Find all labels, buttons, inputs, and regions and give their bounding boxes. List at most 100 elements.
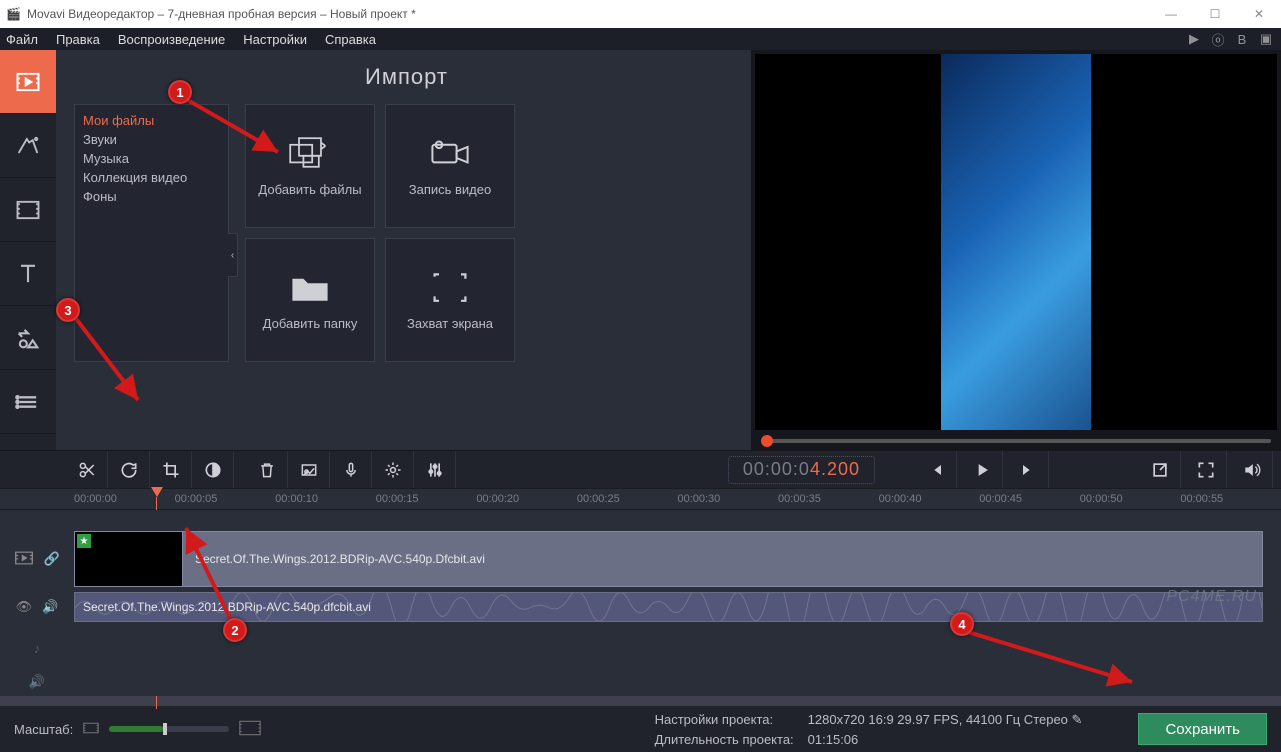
window-titlebar: 🎬 Movavi Видеоредактор – 7-дневная пробн… (0, 0, 1281, 28)
ruler-tick: 00:00:55 (1180, 493, 1281, 505)
audio-clip[interactable]: Secret.Of.The.Wings.2012.BDRip-AVC.540p.… (74, 592, 1263, 622)
tab-callouts[interactable] (0, 306, 56, 370)
timeline-ruler[interactable]: 00:00:00 00:00:05 00:00:10 00:00:15 00:0… (0, 488, 1281, 510)
tab-transitions[interactable] (0, 178, 56, 242)
source-video-collection[interactable]: Коллекция видео (83, 168, 220, 187)
ruler-tick: 00:00:35 (778, 493, 879, 505)
social-icons: ▶ ⓞ B ▣ (1185, 31, 1275, 47)
zoom-out-icon[interactable] (83, 722, 99, 737)
link-track-icon[interactable]: 🔗 (44, 551, 60, 567)
window-close-icon[interactable]: ✕ (1237, 0, 1281, 28)
preview-pane (751, 50, 1281, 450)
project-settings-value: 1280x720 16:9 29.97 FPS, 44100 Гц Стерео (808, 712, 1068, 727)
clip-properties-button[interactable] (288, 451, 330, 489)
ruler-tick: 00:00:20 (476, 493, 577, 505)
menu-playback[interactable]: Воспроизведение (118, 32, 225, 47)
tile-add-folder-label: Добавить папку (263, 316, 358, 331)
music-note-icon: ♪ (34, 641, 41, 656)
next-frame-button[interactable] (1007, 451, 1049, 489)
fullscreen-button[interactable] (1185, 451, 1227, 489)
menubar: Файл Правка Воспроизведение Настройки Сп… (0, 28, 1281, 50)
settings-button[interactable] (372, 451, 414, 489)
source-my-files[interactable]: Мои файлы (83, 111, 220, 130)
timecode-orange: 4.200 (810, 459, 860, 480)
menu-edit[interactable]: Правка (56, 32, 100, 47)
video-clip-label: Secret.Of.The.Wings.2012.BDRip-AVC.540p.… (183, 552, 485, 566)
split-button[interactable] (66, 451, 108, 489)
tile-add-files[interactable]: Добавить файлы (245, 104, 375, 228)
window-title: Movavi Видеоредактор – 7-дневная пробная… (27, 7, 416, 21)
left-toolbar (0, 50, 56, 450)
menu-help[interactable]: Справка (325, 32, 376, 47)
preview-frame (941, 54, 1091, 430)
folder-icon (288, 270, 332, 306)
collapse-source-list-icon[interactable]: ‹ (228, 233, 238, 277)
rotate-button[interactable] (108, 451, 150, 489)
speaker-icon[interactable]: 🔊 (42, 599, 58, 615)
annotation-1: 1 (168, 80, 192, 104)
project-settings-label: Настройки проекта: (655, 712, 794, 728)
audio-clip-label: Secret.Of.The.Wings.2012.BDRip-AVC.540p.… (83, 600, 371, 614)
ruler-tick: 00:00:15 (376, 493, 477, 505)
undock-button[interactable] (1139, 451, 1181, 489)
project-duration-value: 01:15:06 (808, 732, 1083, 747)
annotation-2: 2 (223, 618, 247, 642)
color-adjust-button[interactable] (192, 451, 234, 489)
import-panel: Импорт Мои файлы Звуки Музыка Коллекция … (56, 50, 751, 450)
youtube-icon[interactable]: ▶ (1185, 31, 1203, 47)
tab-import[interactable] (0, 50, 56, 114)
ruler-tick: 00:00:30 (677, 493, 778, 505)
import-source-list: Мои файлы Звуки Музыка Коллекция видео Ф… (74, 104, 229, 362)
save-button[interactable]: Сохранить (1138, 713, 1267, 745)
odnoklassniki-icon[interactable]: ⓞ (1209, 31, 1227, 47)
timeline: 🔗 ★ Secret.Of.The.Wings.2012.BDRip-AVC.5… (0, 510, 1281, 696)
ruler-tick: 00:00:25 (577, 493, 678, 505)
facebook-icon[interactable]: ▣ (1257, 31, 1275, 47)
music-track: ♪ (0, 624, 1263, 672)
zoom-slider[interactable] (109, 726, 229, 732)
ruler-tick: 00:00:50 (1080, 493, 1181, 505)
tile-add-files-label: Добавить файлы (258, 182, 361, 197)
tab-filters[interactable] (0, 114, 56, 178)
ruler-tick: 00:00:05 (175, 493, 276, 505)
tab-more[interactable] (0, 370, 56, 434)
extra-audio-track: 🔊 (0, 672, 1263, 692)
tile-screen-capture-label: Захват экрана (407, 316, 493, 331)
prev-frame-button[interactable] (915, 451, 957, 489)
menu-settings[interactable]: Настройки (243, 32, 307, 47)
play-button[interactable] (961, 451, 1003, 489)
tab-titles[interactable] (0, 242, 56, 306)
tile-record-video-label: Запись видео (409, 182, 491, 197)
clip-thumbnail: ★ (75, 532, 183, 586)
delete-button[interactable] (246, 451, 288, 489)
tile-add-folder[interactable]: Добавить папку (245, 238, 375, 362)
source-sounds[interactable]: Звуки (83, 130, 220, 149)
window-maximize-icon[interactable]: ☐ (1193, 0, 1237, 28)
preview-scrubber[interactable] (755, 436, 1277, 446)
speaker-icon[interactable]: 🔊 (29, 674, 45, 690)
audio-mixer-button[interactable] (414, 451, 456, 489)
eye-icon[interactable]: 👁 (16, 599, 33, 615)
video-track-icon (14, 550, 34, 569)
volume-button[interactable] (1231, 451, 1273, 489)
zoom-in-icon[interactable] (239, 720, 261, 739)
source-music[interactable]: Музыка (83, 149, 220, 168)
video-clip[interactable]: ★ Secret.Of.The.Wings.2012.BDRip-AVC.540… (74, 531, 1263, 587)
menu-file[interactable]: Файл (6, 32, 38, 47)
vk-icon[interactable]: B (1233, 31, 1251, 47)
crop-button[interactable] (150, 451, 192, 489)
window-minimize-icon[interactable]: — (1149, 0, 1193, 28)
ruler-tick: 00:00:00 (74, 493, 175, 505)
annotation-4: 4 (950, 612, 974, 636)
tile-screen-capture[interactable]: Захват экрана (385, 238, 515, 362)
video-track: 🔗 ★ Secret.Of.The.Wings.2012.BDRip-AVC.5… (0, 528, 1263, 590)
ruler-tick: 00:00:45 (979, 493, 1080, 505)
zoom-label: Масштаб: (14, 722, 73, 737)
record-audio-button[interactable] (330, 451, 372, 489)
camera-icon (428, 136, 472, 172)
tile-record-video[interactable]: Запись видео (385, 104, 515, 228)
timecode-display[interactable]: 00:00:04.200 (728, 456, 875, 484)
source-backgrounds[interactable]: Фоны (83, 187, 220, 206)
edit-project-icon[interactable]: ✎ (1072, 712, 1083, 727)
timecode-grey: 00:00:0 (743, 459, 810, 480)
